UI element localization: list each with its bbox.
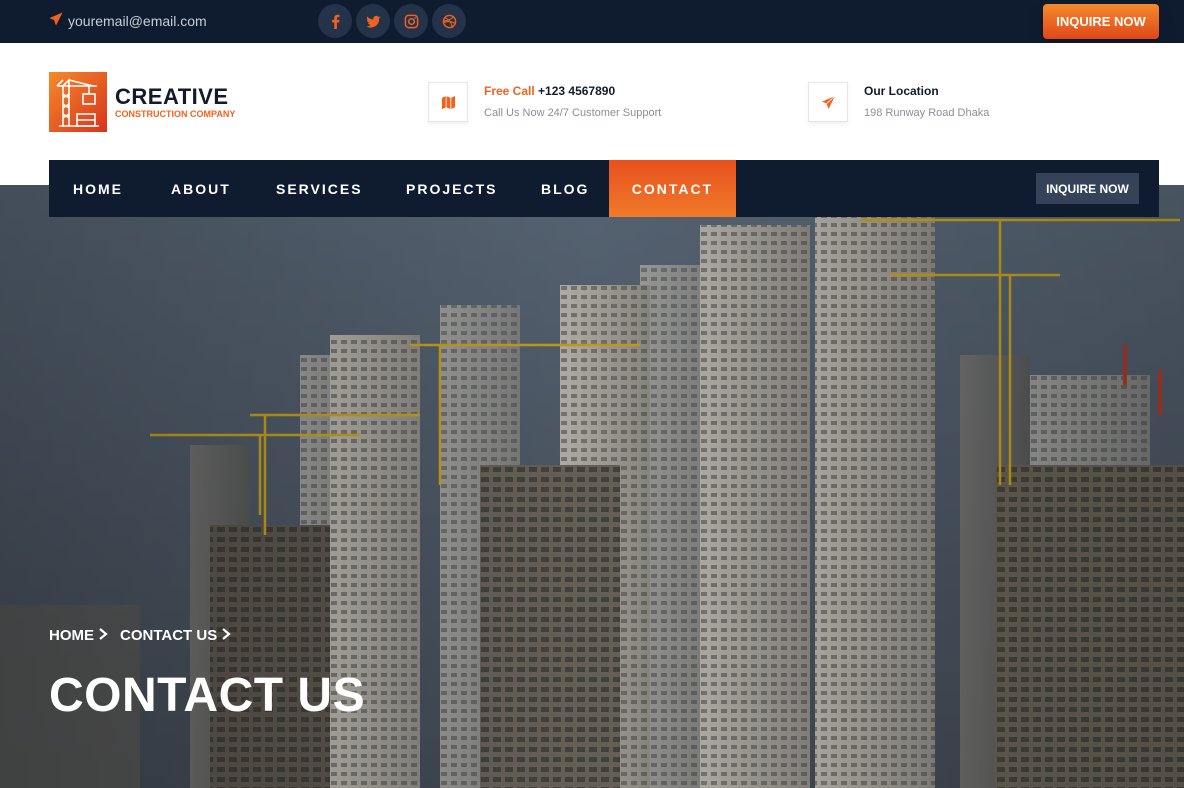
page-title: CONTACT US [49,669,366,722]
call-title: Free Call +123 4567890 [484,84,661,98]
breadcrumb-item-contact-us[interactable]: CONTACT US [120,627,231,644]
crane-logo-icon [49,72,107,132]
logo[interactable]: CREATIVE CONSTRUCTION COMPANY [49,72,235,132]
nav-item-blog[interactable]: BLOG [541,160,589,217]
paper-plane-icon [808,82,848,122]
call-info: Free Call +123 4567890 Call Us Now 24/7 … [428,82,661,122]
logo-text: CREATIVE CONSTRUCTION COMPANY [115,86,235,120]
call-accent: Free Call [484,84,535,98]
breadcrumb: HOME CONTACT US [49,627,231,644]
nav-item-projects[interactable]: PROJECTS [406,160,497,217]
logo-title: CREATIVE [115,84,229,109]
logo-subtitle: CONSTRUCTION COMPANY [115,109,236,119]
breadcrumb-label: CONTACT US [120,627,218,644]
top-inquire-button[interactable]: INQUIRE NOW [1043,4,1159,39]
location-address: 198 Runway Road Dhaka [864,107,990,119]
location-info: Our Location 198 Runway Road Dhaka [808,82,989,122]
twitter-icon[interactable] [356,4,390,38]
top-bar: youremail@email.com INQUIRE NOW [0,0,1184,43]
main-nav: HOME ABOUT SERVICES PROJECTS BLOG CONTAC… [49,160,1159,217]
nav-item-home[interactable]: HOME [73,160,123,217]
chevron-right-icon [98,627,108,644]
breadcrumb-item-home[interactable]: HOME [49,627,108,644]
paper-plane-icon [49,12,63,29]
top-email-text: youremail@email.com [68,12,207,29]
map-icon [428,82,468,122]
call-description: Call Us Now 24/7 Customer Support [484,107,662,119]
nav-item-about[interactable]: ABOUT [171,160,231,217]
facebook-icon[interactable] [318,4,352,38]
nav-item-contact[interactable]: CONTACT [609,160,736,217]
instagram-icon[interactable] [394,4,428,38]
nav-inquire-button[interactable]: INQUIRE NOW [1036,173,1139,204]
dribbble-icon[interactable] [432,4,466,38]
social-links [318,4,466,38]
nav-item-services[interactable]: SERVICES [276,160,363,217]
location-title: Our Location [864,84,939,98]
chevron-right-icon [221,627,231,644]
top-email[interactable]: youremail@email.com [49,12,207,29]
call-number[interactable]: +123 4567890 [538,84,615,98]
breadcrumb-label: HOME [49,627,94,644]
